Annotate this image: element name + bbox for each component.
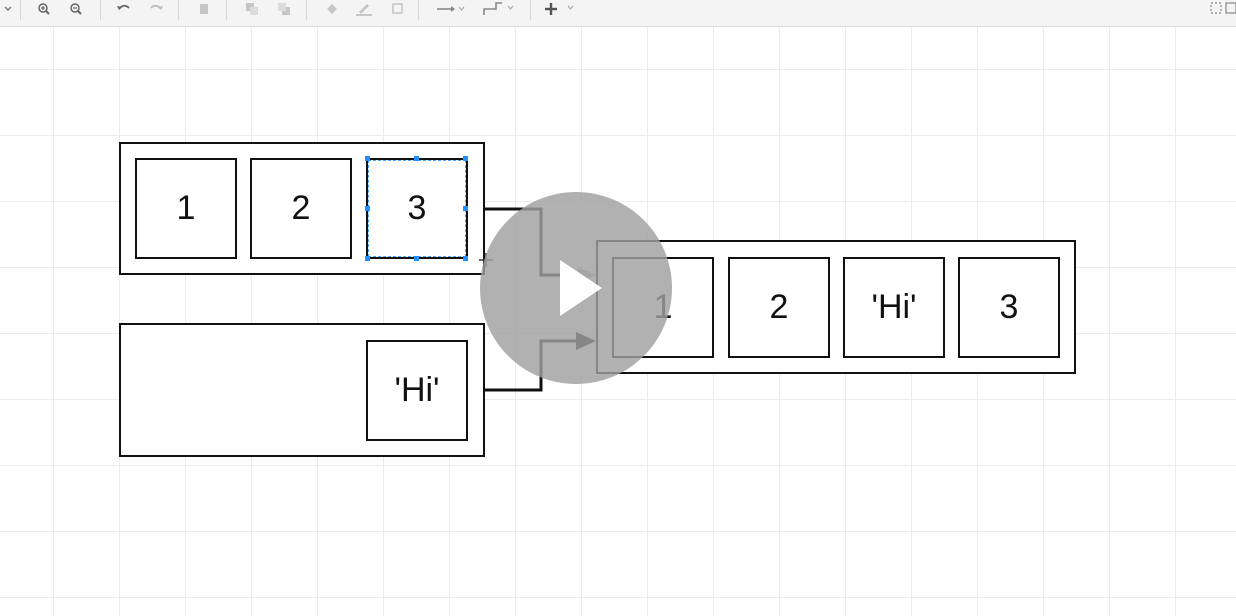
fill-color-icon[interactable]: [324, 0, 340, 18]
delete-icon[interactable]: [196, 0, 212, 18]
diagram-canvas[interactable]: 1 2 3 'Hi' 1 2 'Hi' 3: [0, 27, 1236, 616]
redo-icon[interactable]: [148, 0, 164, 18]
waypoints-icon[interactable]: [482, 0, 518, 18]
insert-icon[interactable]: [542, 0, 578, 18]
toolbar: [0, 0, 1236, 27]
to-front-icon[interactable]: [244, 0, 260, 18]
fullscreen-icon[interactable]: [1206, 0, 1236, 18]
shadow-icon[interactable]: [390, 0, 406, 18]
chevron-down-icon[interactable]: [0, 0, 16, 18]
play-icon: [560, 260, 602, 316]
zoom-out-icon[interactable]: [68, 0, 84, 18]
line-color-icon[interactable]: [356, 0, 372, 18]
play-button[interactable]: [480, 192, 672, 384]
zoom-in-icon[interactable]: [36, 0, 52, 18]
to-back-icon[interactable]: [276, 0, 292, 18]
undo-icon[interactable]: [116, 0, 132, 18]
connection-icon[interactable]: [436, 0, 466, 18]
